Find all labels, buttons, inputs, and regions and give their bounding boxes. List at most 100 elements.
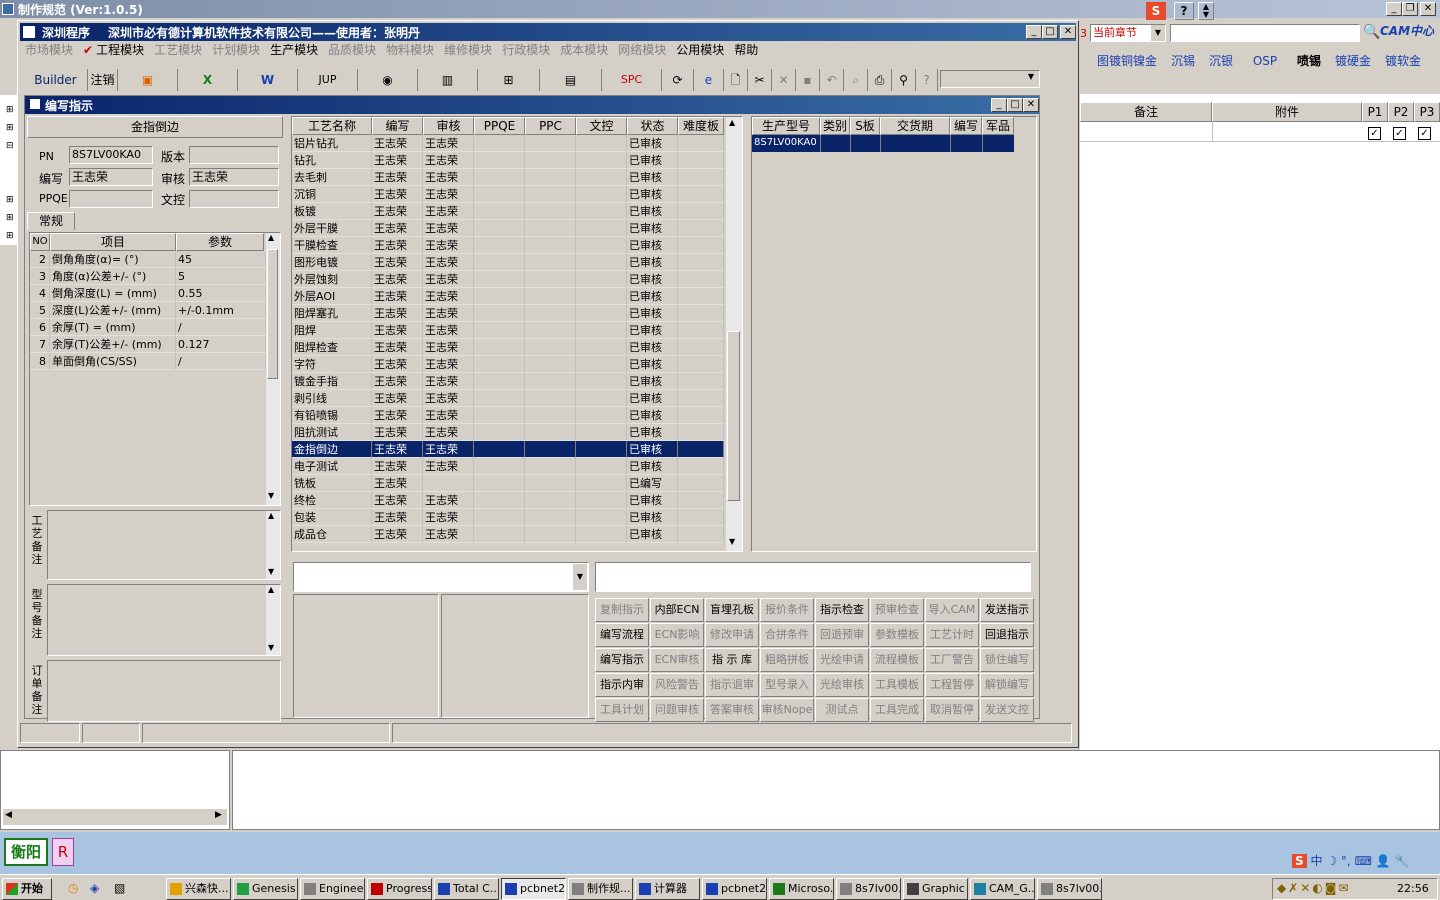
menu-item[interactable]: 工艺模块	[149, 41, 207, 59]
action-button[interactable]: 风险警告	[650, 673, 704, 697]
scroll-down-icon[interactable]: ▼	[268, 643, 274, 652]
tree-expand-icon[interactable]: ⊞	[6, 195, 14, 205]
action-button[interactable]: 回退预审	[815, 623, 869, 647]
help-circle-icon[interactable]: ?	[916, 69, 938, 91]
action-button[interactable]: 粗略拼板	[760, 648, 814, 672]
action-button[interactable]: 指示退审	[705, 673, 759, 697]
action-button[interactable]: 取消暂停	[925, 698, 979, 722]
taskbar-item[interactable]: 计算器	[635, 878, 700, 900]
params-scrollbar[interactable]: ▲ ▼	[266, 233, 280, 505]
action-button[interactable]: 发送指示	[980, 598, 1034, 622]
ime-settings-icon[interactable]: 🔧	[1395, 854, 1410, 868]
scroll-thumb[interactable]	[267, 249, 278, 379]
param-header-item[interactable]: 项目	[50, 233, 176, 251]
menu-item[interactable]: 生产模块	[265, 41, 323, 59]
process-row[interactable]: 镀金手指 王志荣 王志荣 已审核	[292, 373, 724, 390]
process-row[interactable]: 去毛刺 王志荣 王志荣 已审核	[292, 169, 724, 186]
action-button[interactable]: 工具模板	[870, 673, 924, 697]
minimize-button[interactable]: _	[1026, 25, 1042, 39]
sogou-icon[interactable]: S	[1146, 2, 1166, 20]
search-input[interactable]	[1170, 24, 1360, 42]
right-tab[interactable]: OSP	[1240, 52, 1290, 70]
eye-icon[interactable]: ◉	[358, 69, 418, 91]
param-value[interactable]: 0.127	[176, 336, 266, 353]
menu-item[interactable]: 行政模块	[497, 41, 555, 59]
col-header-p2[interactable]: P2	[1388, 102, 1414, 122]
col-header-p1[interactable]: P1	[1362, 102, 1388, 122]
action-button[interactable]: 工具完成	[870, 698, 924, 722]
process-col-header[interactable]: PPQE	[474, 117, 525, 135]
taskbar-item[interactable]: Enginee...	[300, 878, 365, 900]
scroll-left-icon[interactable]: ◀	[5, 810, 12, 820]
ime-keyboard-icon[interactable]: ⌨	[1355, 854, 1372, 868]
ime-chinese-icon[interactable]: 中	[1310, 854, 1322, 868]
note-scrollbar[interactable]: ▲ ▼	[266, 585, 280, 655]
taskbar-item[interactable]: 制作规...	[568, 878, 633, 900]
action-button[interactable]: 参数模板	[870, 623, 924, 647]
action-button[interactable]: 回退指示	[980, 623, 1034, 647]
ime-bar[interactable]: S 中 ☽ °, ⌨ 👤 🔧	[1292, 852, 1440, 872]
clock-app-icon[interactable]: ◷	[68, 881, 78, 895]
outer-close-button[interactable]: ✕	[1420, 2, 1436, 16]
scroll-up-icon[interactable]: ▲	[268, 233, 274, 242]
process-row[interactable]: 阻抗测试 王志荣 王志荣 已审核	[292, 424, 724, 441]
process-col-header[interactable]: 工艺名称	[292, 117, 372, 135]
dialog-maximize-button[interactable]: □	[1007, 98, 1023, 112]
ime-logo-icon[interactable]: S	[1292, 854, 1307, 868]
scroll-thumb[interactable]	[17, 811, 197, 822]
col-header-attachment[interactable]: 附件	[1212, 102, 1362, 122]
bottom-text-input[interactable]	[595, 562, 1031, 592]
app-quick-icon[interactable]: ◈	[90, 881, 99, 895]
toolbar-combo[interactable]: ▼	[940, 70, 1040, 88]
outer-restore-button[interactable]: ❐	[1402, 2, 1418, 16]
r-button[interactable]: R	[52, 838, 74, 866]
writer-field[interactable]: 王志荣	[69, 168, 153, 186]
bottom-combo[interactable]: ▼	[293, 562, 589, 592]
p1-checkbox[interactable]: ✓	[1368, 125, 1381, 140]
action-button[interactable]: 内部ECN	[650, 598, 704, 622]
ime-user-icon[interactable]: 👤	[1376, 854, 1391, 868]
right-tab[interactable]: 镀软金	[1378, 52, 1428, 70]
action-button[interactable]: 指示内审	[595, 673, 649, 697]
action-button[interactable]: 解锁编写	[980, 673, 1034, 697]
scroll-up-icon[interactable]: ▲	[729, 118, 735, 127]
menu-item[interactable]: ✔ 工程模块	[78, 41, 149, 59]
action-button[interactable]: ECN影响	[650, 623, 704, 647]
model-col-header[interactable]: 类别	[820, 117, 850, 135]
note-box[interactable]: ▲ ▼	[47, 510, 281, 580]
process-col-header[interactable]: 状态	[627, 117, 678, 135]
action-button[interactable]: 工程暂停	[925, 673, 979, 697]
action-button[interactable]: ECN审核	[650, 648, 704, 672]
process-row[interactable]: 剥引线 王志荣 王志荣 已审核	[292, 390, 724, 407]
menu-item[interactable]: 帮助	[729, 41, 763, 59]
process-row[interactable]: 阻焊检查 王志荣 王志荣 已审核	[292, 339, 724, 356]
process-row[interactable]: 干膜检查 王志荣 王志荣 已审核	[292, 237, 724, 254]
process-col-header[interactable]: 审核	[423, 117, 474, 135]
process-row[interactable]: 字符 王志荣 王志荣 已审核	[292, 356, 724, 373]
param-header-value[interactable]: 参数	[176, 233, 264, 251]
param-value[interactable]: /	[176, 353, 266, 370]
menu-item[interactable]: 公用模块	[671, 41, 729, 59]
ime-moon-icon[interactable]: ☽	[1326, 854, 1337, 868]
action-button[interactable]: 光绘审核	[815, 673, 869, 697]
model-row[interactable]: 8S7LV00KA0	[752, 135, 1014, 152]
chevron-down-icon[interactable]: ▼	[573, 564, 587, 590]
action-button[interactable]: 修改申请	[705, 623, 759, 647]
action-button[interactable]: 编写流程	[595, 623, 649, 647]
param-row[interactable]: 4 倒角深度(L) = (mm) 0.55	[30, 285, 266, 302]
process-row[interactable]: 阻焊 王志荣 王志荣 已审核	[292, 322, 724, 339]
menu-item[interactable]: 维修模块	[439, 41, 497, 59]
tree-expand-icon[interactable]: ⊞	[6, 213, 14, 223]
chapter-select[interactable]: 当前章节 ▼	[1090, 24, 1166, 42]
model-col-header[interactable]: 军品	[982, 117, 1014, 135]
network-icon[interactable]: ⊞	[478, 69, 540, 91]
spin-icon[interactable]: ▲ ▼	[1198, 2, 1214, 20]
start-button[interactable]: 开始	[2, 878, 52, 900]
note-box[interactable]	[47, 660, 281, 722]
tray-icons[interactable]: ◆✗✕◐◙✉	[1277, 881, 1351, 895]
tab-general[interactable]: 常规	[27, 212, 75, 230]
scroll-thumb[interactable]	[727, 331, 740, 501]
cut-icon[interactable]: ✂	[748, 69, 772, 91]
right-tab[interactable]: 图镀铜镍金	[1090, 52, 1164, 70]
process-row[interactable]: 金指倒边 王志荣 王志荣 已审核	[292, 441, 724, 458]
